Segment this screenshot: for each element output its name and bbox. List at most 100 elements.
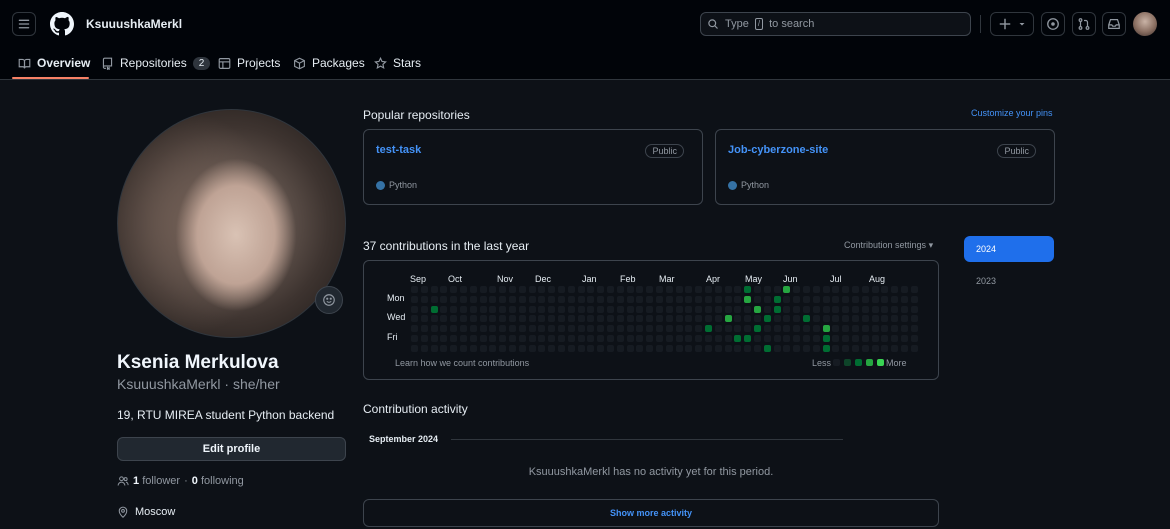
contribution-day-cell[interactable] xyxy=(675,315,683,323)
contribution-day-cell[interactable] xyxy=(509,335,516,342)
contribution-day-cell[interactable] xyxy=(636,286,644,293)
contribution-day-cell[interactable] xyxy=(705,335,712,342)
contribution-day-cell[interactable] xyxy=(763,344,771,352)
contribution-day-cell[interactable] xyxy=(489,325,497,333)
contribution-day-cell[interactable] xyxy=(558,295,565,303)
tab-packages[interactable]: Packages xyxy=(293,46,365,80)
contribution-day-cell[interactable] xyxy=(577,295,585,303)
contribution-day-cell[interactable] xyxy=(597,325,605,333)
contribution-day-cell[interactable] xyxy=(411,295,418,303)
contribution-day-cell[interactable] xyxy=(430,286,438,293)
contribution-day-cell[interactable] xyxy=(499,344,507,352)
contribution-day-cell[interactable] xyxy=(793,295,801,303)
contribution-day-cell[interactable] xyxy=(420,295,428,303)
contribution-day-cell[interactable] xyxy=(822,325,830,333)
contribution-day-cell[interactable] xyxy=(577,286,585,293)
contribution-day-cell[interactable] xyxy=(695,325,703,333)
contribution-day-cell[interactable] xyxy=(705,344,712,352)
contribution-day-cell[interactable] xyxy=(675,335,683,342)
contribution-day-cell[interactable] xyxy=(783,295,791,303)
contribution-day-cell[interactable] xyxy=(822,286,830,293)
contribution-day-cell[interactable] xyxy=(734,305,742,313)
contribution-day-cell[interactable] xyxy=(567,325,575,333)
contribution-day-cell[interactable] xyxy=(518,344,526,352)
contribution-day-cell[interactable] xyxy=(509,295,516,303)
contribution-day-cell[interactable] xyxy=(685,305,693,313)
contribution-day-cell[interactable] xyxy=(842,315,850,323)
contribution-day-cell[interactable] xyxy=(881,344,889,352)
contribution-day-cell[interactable] xyxy=(499,335,507,342)
contribution-day-cell[interactable] xyxy=(783,335,791,342)
contribution-day-cell[interactable] xyxy=(793,335,801,342)
contribution-day-cell[interactable] xyxy=(714,344,722,352)
tab-overview[interactable]: Overview xyxy=(18,46,90,80)
contribution-day-cell[interactable] xyxy=(744,305,752,313)
contribution-day-cell[interactable] xyxy=(724,295,732,303)
contribution-day-cell[interactable] xyxy=(861,315,869,323)
contribution-day-cell[interactable] xyxy=(558,335,565,342)
contribution-day-cell[interactable] xyxy=(754,335,761,342)
contribution-day-cell[interactable] xyxy=(861,295,869,303)
contribution-day-cell[interactable] xyxy=(607,335,614,342)
year-2023-link[interactable]: 2023 xyxy=(976,276,996,286)
contribution-day-cell[interactable] xyxy=(567,295,575,303)
contribution-day-cell[interactable] xyxy=(499,305,507,313)
contribution-day-cell[interactable] xyxy=(597,335,605,342)
following-link[interactable]: 0 following xyxy=(192,475,244,487)
contribution-day-cell[interactable] xyxy=(910,325,918,333)
contribution-day-cell[interactable] xyxy=(460,325,467,333)
contribution-day-cell[interactable] xyxy=(616,315,624,323)
contribution-day-cell[interactable] xyxy=(489,305,497,313)
contribution-day-cell[interactable] xyxy=(675,325,683,333)
contribution-day-cell[interactable] xyxy=(793,315,801,323)
contribution-day-cell[interactable] xyxy=(656,325,663,333)
contribution-day-cell[interactable] xyxy=(744,286,752,293)
contribution-day-cell[interactable] xyxy=(626,305,634,313)
contribution-day-cell[interactable] xyxy=(852,305,859,313)
contribution-day-cell[interactable] xyxy=(450,315,458,323)
contribution-day-cell[interactable] xyxy=(724,286,732,293)
contribution-day-cell[interactable] xyxy=(656,286,663,293)
contribution-day-cell[interactable] xyxy=(695,295,703,303)
contribution-day-cell[interactable] xyxy=(479,315,487,323)
contribution-day-cell[interactable] xyxy=(420,315,428,323)
contribution-day-cell[interactable] xyxy=(910,344,918,352)
contribution-day-cell[interactable] xyxy=(440,344,448,352)
contribution-day-cell[interactable] xyxy=(783,286,791,293)
contribution-day-cell[interactable] xyxy=(744,315,752,323)
contribution-day-cell[interactable] xyxy=(548,335,556,342)
contribution-day-cell[interactable] xyxy=(665,295,673,303)
contribution-day-cell[interactable] xyxy=(430,305,438,313)
contribution-day-cell[interactable] xyxy=(479,305,487,313)
contribution-day-cell[interactable] xyxy=(695,335,703,342)
contribution-day-cell[interactable] xyxy=(754,305,761,313)
contribution-day-cell[interactable] xyxy=(528,286,536,293)
contribution-day-cell[interactable] xyxy=(891,286,899,293)
contribution-day-cell[interactable] xyxy=(803,344,810,352)
contribution-day-cell[interactable] xyxy=(450,325,458,333)
contribution-day-cell[interactable] xyxy=(803,286,810,293)
contribution-day-cell[interactable] xyxy=(744,325,752,333)
contribution-day-cell[interactable] xyxy=(656,295,663,303)
contribution-day-cell[interactable] xyxy=(538,335,546,342)
contribution-day-cell[interactable] xyxy=(891,344,899,352)
contribution-day-cell[interactable] xyxy=(822,335,830,342)
contribution-day-cell[interactable] xyxy=(469,344,477,352)
contribution-day-cell[interactable] xyxy=(881,335,889,342)
contribution-day-cell[interactable] xyxy=(871,335,879,342)
contribution-day-cell[interactable] xyxy=(489,344,497,352)
contribution-day-cell[interactable] xyxy=(548,286,556,293)
contribution-day-cell[interactable] xyxy=(763,286,771,293)
contribution-day-cell[interactable] xyxy=(695,286,703,293)
contribution-day-cell[interactable] xyxy=(430,315,438,323)
contribution-day-cell[interactable] xyxy=(656,344,663,352)
contribution-day-cell[interactable] xyxy=(744,295,752,303)
contribution-day-cell[interactable] xyxy=(518,315,526,323)
contribution-day-cell[interactable] xyxy=(607,286,614,293)
contribution-day-cell[interactable] xyxy=(734,315,742,323)
contribution-day-cell[interactable] xyxy=(901,325,908,333)
contribution-day-cell[interactable] xyxy=(430,335,438,342)
inbox-button[interactable] xyxy=(1102,12,1126,36)
contribution-day-cell[interactable] xyxy=(901,286,908,293)
contribution-day-cell[interactable] xyxy=(881,325,889,333)
